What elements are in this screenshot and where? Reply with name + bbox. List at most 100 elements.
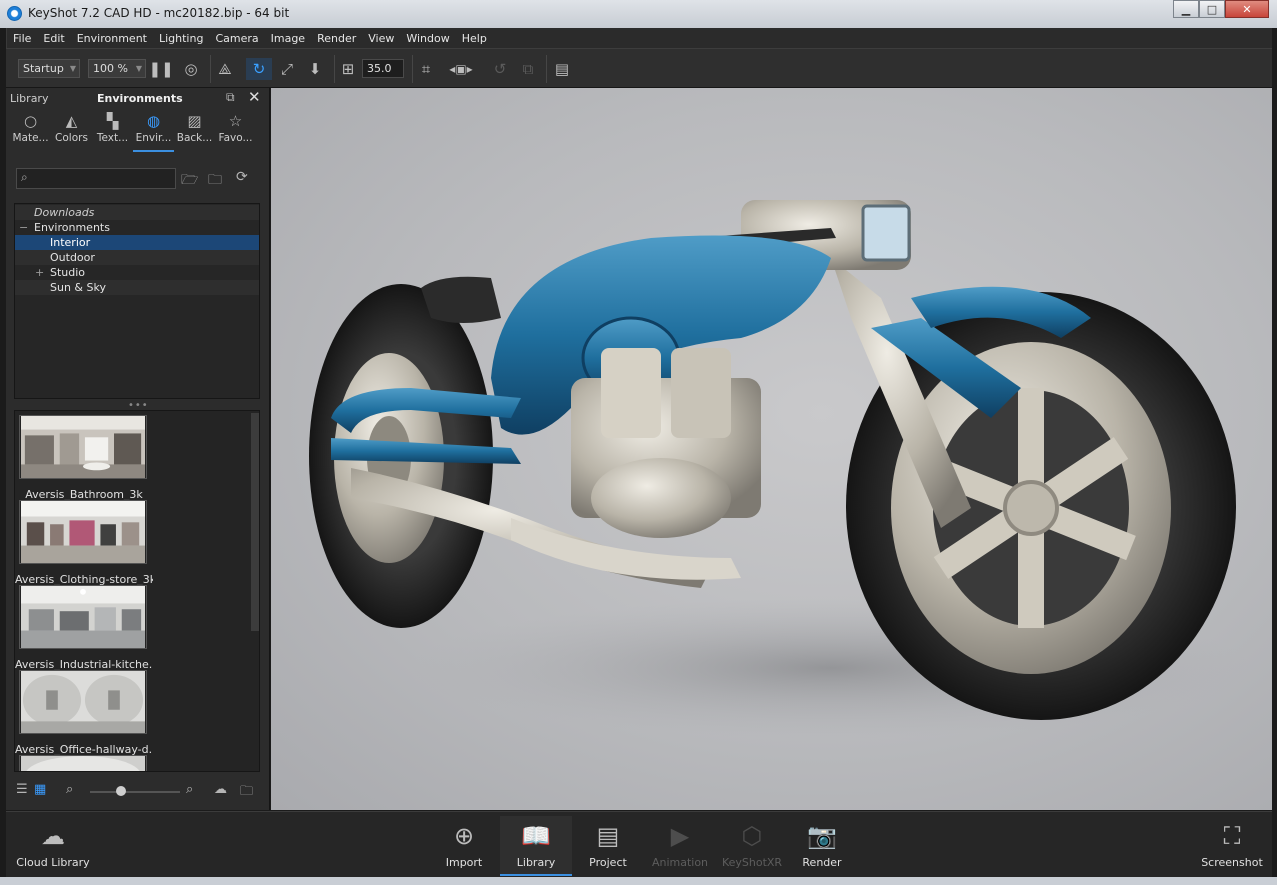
lock-camera-icon[interactable]: ⧉ [518, 58, 538, 80]
animation-button[interactable]: ▶ Animation [644, 816, 716, 876]
tab-materials-label: Mate... [12, 132, 49, 144]
minimize-button[interactable]: ▁ [1173, 0, 1199, 18]
menu-lighting[interactable]: Lighting [159, 32, 203, 45]
fit-to-view-icon[interactable]: ⤢ [276, 58, 298, 80]
tree-item-label: Studio [50, 266, 86, 279]
close-panel-icon[interactable]: ✕ [248, 88, 261, 106]
clothing-store-preview-image [19, 500, 147, 564]
menu-image[interactable]: Image [271, 32, 305, 45]
thumbnail-size-slider[interactable] [90, 791, 180, 793]
workspace-preset-dropdown[interactable]: Startup ▼ [18, 59, 80, 78]
tree-item-environments[interactable]: − Environments [15, 220, 259, 235]
environment-thumbnail[interactable]: Aversis_Bathroom_3k [19, 415, 147, 501]
partial-preview-image [19, 755, 147, 771]
tab-backplates[interactable]: ▨ Back... [174, 110, 215, 152]
collapse-icon[interactable]: − [19, 220, 28, 235]
tumble-camera-icon[interactable]: ↻ [246, 58, 272, 80]
menu-bar: File Edit Environment Lighting Camera Im… [6, 28, 1272, 48]
toolbar-separator [210, 55, 211, 83]
zoom-out-icon[interactable]: ⌕ [66, 782, 73, 797]
resolution-zoom-dropdown[interactable]: 100 % ▼ [88, 59, 146, 78]
environment-thumbnail[interactable]: Aversis_Industrial-kitche... [15, 585, 153, 671]
focal-length-field[interactable]: 35.0 [362, 59, 404, 78]
tree-item-label: Outdoor [50, 251, 95, 264]
undock-icon[interactable]: ⧉ [226, 90, 235, 105]
grid-view-icon[interactable]: ▦ [34, 782, 46, 797]
slider-handle[interactable] [116, 786, 126, 796]
screenshot-button[interactable]: ⛶ Screenshot [1196, 816, 1268, 876]
cloud-library-icon: ☁ [41, 822, 65, 850]
center-model-icon[interactable]: ⟁ [214, 58, 236, 80]
tab-backplates-label: Back... [176, 132, 213, 144]
import-button[interactable]: ⊕ Import [428, 816, 500, 876]
menu-help[interactable]: Help [462, 32, 487, 45]
expand-icon[interactable]: + [35, 265, 44, 280]
render-label: Render [802, 856, 842, 869]
toolbar-separator [412, 55, 413, 83]
environment-thumbnail[interactable] [19, 755, 147, 771]
library-button[interactable]: 📖 Library [500, 816, 572, 876]
tab-environments[interactable]: ◍ Envir... [133, 110, 174, 152]
close-button[interactable]: ✕ [1225, 0, 1269, 18]
toolbar-separator [334, 55, 335, 83]
tree-item-sun-and-sky[interactable]: Sun & Sky [15, 280, 259, 295]
pause-icon[interactable]: ❚❚ [148, 58, 173, 80]
toolbar: Startup ▼ 100 % ▼ ❚❚ ◎ ⟁ ↻ ⤢ ⬇ ⊞ 35.0 ⌗ ◂▣… [6, 48, 1272, 88]
camera-switch-icon[interactable]: ◂▣▸ [442, 58, 480, 80]
menu-camera[interactable]: Camera [215, 32, 258, 45]
list-view-icon[interactable]: ☰ [16, 782, 28, 797]
maximize-button[interactable]: □ [1199, 0, 1225, 18]
menu-render[interactable]: Render [317, 32, 356, 45]
library-label: Library [516, 856, 556, 869]
tree-item-interior[interactable]: Interior [15, 235, 259, 250]
tab-materials[interactable]: ○ Mate... [10, 110, 51, 152]
tree-item-outdoor[interactable]: Outdoor [15, 250, 259, 265]
environment-thumbnail[interactable]: Aversis_Office-hallway-d... [15, 670, 153, 756]
window-frame-bottom [0, 877, 1277, 885]
library-search-input[interactable]: ⌕ [16, 168, 176, 189]
menu-view[interactable]: View [368, 32, 394, 45]
drop-to-floor-icon[interactable]: ⬇ [304, 58, 326, 80]
menu-file[interactable]: File [13, 32, 31, 45]
menu-window[interactable]: Window [406, 32, 449, 45]
refresh-icon[interactable]: ⟳ [236, 169, 248, 185]
render-button[interactable]: 📷 Render [786, 816, 858, 876]
cloud-upload-icon[interactable]: ☁ [214, 782, 227, 797]
tree-item-label: Downloads [34, 206, 95, 219]
zoom-in-icon[interactable]: ⌕ [186, 782, 193, 797]
project-button[interactable]: ▤ Project [572, 816, 644, 876]
render-viewport[interactable] [271, 88, 1272, 810]
performance-mode-icon[interactable]: ◎ [180, 58, 202, 80]
thumbnail-scrollbar[interactable] [251, 413, 259, 631]
environment-thumbnail[interactable]: Aversis_Clothing-store_3k [15, 500, 153, 586]
colors-icon: ◭ [65, 112, 78, 130]
environment-folder-tree: Downloads − Environments Interior Outdoor… [14, 203, 260, 399]
tree-item-label: Sun & Sky [50, 281, 106, 294]
project-icon: ▤ [596, 822, 620, 850]
tab-favorites[interactable]: ☆ Favo... [215, 110, 256, 152]
presentation-mode-icon[interactable]: ▤ [552, 58, 572, 80]
keyshot-logo-icon [7, 6, 22, 21]
reset-camera-icon[interactable]: ↺ [490, 58, 510, 80]
tree-item-downloads[interactable]: Downloads [15, 205, 259, 220]
tree-item-studio[interactable]: + Studio [15, 265, 259, 280]
keyshotxr-cube-icon: ⬡ [741, 822, 763, 850]
keyshotxr-button[interactable]: ⬡ KeyShotXR [716, 816, 788, 876]
camera-add-icon[interactable]: ⌗ [416, 58, 436, 80]
tab-textures[interactable]: ▚ Text... [92, 110, 133, 152]
cloud-library-button[interactable]: ☁ Cloud Library [14, 816, 92, 876]
office-hallway-preview-image [19, 670, 147, 734]
library-tabs: ○ Mate... ◭ Colors ▚ Text... ◍ Envir... ▨ Bac… [10, 110, 266, 152]
toolbar-separator [546, 55, 547, 83]
menu-environment[interactable]: Environment [77, 32, 147, 45]
menu-edit[interactable]: Edit [43, 32, 64, 45]
folder-icon[interactable]: 🗀 [240, 782, 253, 804]
render-camera-icon: 📷 [807, 822, 837, 850]
title-bar: KeyShot 7.2 CAD HD - mc20182.bip - 64 bi… [0, 0, 1277, 28]
folder-import-icon[interactable]: 🗁 [181, 169, 198, 193]
folder-export-icon[interactable]: 🗀 [208, 169, 222, 193]
perspective-icon[interactable]: ⊞ [338, 58, 358, 80]
tab-colors[interactable]: ◭ Colors [51, 110, 92, 152]
animation-label: Animation [651, 856, 709, 869]
search-icon: ⌕ [21, 170, 28, 184]
